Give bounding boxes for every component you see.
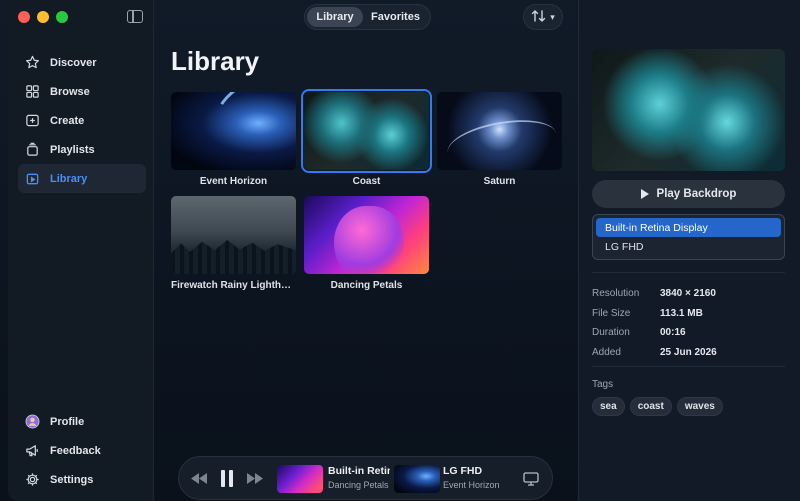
info-row: Added 25 Jun 2026 [592, 343, 785, 363]
wallpaper-thumbnail [171, 196, 296, 274]
megaphone-icon [25, 443, 40, 458]
file-info: Resolution 3840 × 2160 File Size 113.1 M… [592, 284, 785, 362]
info-value: 25 Jun 2026 [660, 346, 717, 358]
info-key: Duration [592, 327, 630, 339]
info-value: 3840 × 2160 [660, 288, 716, 300]
pause-icon [221, 470, 233, 487]
display-option-lg-fhd[interactable]: LG FHD [596, 237, 781, 256]
sidebar-item-profile[interactable]: Profile [18, 407, 146, 436]
info-value: 00:16 [660, 327, 686, 339]
grid-icon [25, 84, 40, 99]
display-picker-menu: Built-in Retina Display LG FHD [592, 214, 785, 260]
display-option-built-in[interactable]: Built-in Retina Display [596, 218, 781, 237]
sidebar-item-label: Profile [50, 415, 85, 428]
minimize-window-button[interactable] [37, 11, 49, 23]
sidebar-item-label: Settings [50, 473, 94, 486]
divider [592, 272, 785, 273]
library-icon [25, 171, 40, 186]
sidebar-toggle-icon[interactable] [127, 10, 143, 23]
info-value: 113.1 MB [660, 307, 703, 319]
tab-favorites[interactable]: Favorites [363, 7, 428, 27]
tag-list: sea coast waves [592, 397, 723, 416]
star-icon [25, 55, 40, 70]
plus-square-icon [25, 113, 40, 128]
wallpaper-preview [592, 49, 785, 171]
forward-icon [247, 473, 263, 484]
wallpaper-title: Dancing Petals [330, 280, 403, 291]
display-1-info: Built-in Retina Display Dancing Petals [328, 465, 390, 490]
info-key: Added [592, 346, 621, 358]
sidebar-item-label: Feedback [50, 444, 101, 457]
backward-icon [191, 473, 207, 484]
wallpaper-tile-coast[interactable]: Coast [301, 89, 432, 187]
play-icon [640, 189, 649, 199]
sidebar-item-feedback[interactable]: Feedback [18, 436, 146, 465]
sidebar-item-label: Library [50, 172, 88, 185]
display-2-thumbnail[interactable] [394, 465, 440, 493]
sidebar-item-browse[interactable]: Browse [18, 77, 146, 106]
sidebar-item-label: Browse [50, 85, 90, 98]
wallpaper-name: Event Horizon [443, 480, 500, 490]
tag-waves[interactable]: waves [676, 397, 723, 416]
previous-button[interactable] [191, 473, 207, 484]
pause-button[interactable] [221, 470, 233, 487]
wallpaper-title: Saturn [483, 176, 516, 187]
info-row: Duration 00:16 [592, 323, 785, 343]
tag-coast[interactable]: coast [629, 397, 672, 416]
divider [592, 366, 785, 367]
wallpaper-name: Dancing Petals [328, 480, 389, 490]
next-button[interactable] [247, 473, 263, 484]
info-key: File Size [592, 307, 631, 319]
sidebar-item-settings[interactable]: Settings [18, 465, 146, 494]
wallpaper-tile-saturn[interactable]: Saturn [437, 92, 562, 187]
sidebar-item-library[interactable]: Library [18, 164, 146, 193]
sidebar-item-label: Playlists [50, 143, 95, 156]
tab-library[interactable]: Library [307, 7, 363, 27]
tags-heading: Tags [592, 379, 614, 390]
play-backdrop-button[interactable]: Play Backdrop [592, 180, 785, 208]
wallpaper-tile-event-horizon[interactable]: Event Horizon [171, 92, 296, 187]
display-name: LG FHD [443, 465, 483, 477]
info-row: File Size 113.1 MB [592, 304, 785, 324]
window-controls [18, 11, 68, 23]
zoom-window-button[interactable] [56, 11, 68, 23]
wallpaper-thumbnail [304, 196, 429, 274]
display-name: Built-in Retina Display [328, 465, 390, 477]
sidebar-item-create[interactable]: Create [18, 106, 146, 135]
app-window: Discover Browse Create Playlists Library… [0, 0, 800, 501]
wallpaper-title: Event Horizon [199, 176, 268, 187]
sidebar-item-label: Discover [50, 56, 97, 69]
wallpaper-tile-firewatch[interactable]: Firewatch Rainy Lighthouse [171, 196, 296, 291]
wallpaper-thumbnail [171, 92, 296, 170]
page-title: Library [171, 46, 260, 76]
chevron-down-icon: ▾ [550, 11, 555, 22]
sidebar-nav: Discover Browse Create Playlists Library [18, 48, 146, 193]
display-icon[interactable] [523, 472, 539, 491]
info-key: Resolution [592, 288, 640, 300]
gear-icon [25, 472, 40, 487]
close-window-button[interactable] [18, 11, 30, 23]
wallpaper-title: Coast [352, 176, 381, 187]
detail-panel: Play Backdrop Built-in Retina Display LG… [578, 0, 800, 501]
wallpaper-thumbnail [301, 89, 432, 173]
sidebar-item-label: Create [50, 114, 85, 127]
player-bar: Built-in Retina Display Dancing Petals L… [178, 456, 553, 500]
wallpaper-thumbnail [437, 92, 562, 170]
info-row: Resolution 3840 × 2160 [592, 284, 785, 304]
play-backdrop-label: Play Backdrop [656, 188, 737, 200]
display-2-info: LG FHD Event Horizon [443, 465, 505, 490]
view-segmented-control: Library Favorites [304, 4, 431, 30]
wallpaper-tile-dancing-petals[interactable]: Dancing Petals [304, 196, 429, 291]
display-1-thumbnail[interactable] [277, 465, 323, 493]
profile-icon [25, 414, 40, 429]
sidebar-bottom-nav: Profile Feedback Settings [18, 407, 146, 494]
sidebar-item-playlists[interactable]: Playlists [18, 135, 146, 164]
sidebar-item-discover[interactable]: Discover [18, 48, 146, 77]
sort-arrows-icon [531, 9, 547, 26]
sort-button[interactable]: ▾ [523, 4, 563, 30]
playlists-icon [25, 142, 40, 157]
wallpaper-title: Firewatch Rainy Lighthouse [171, 280, 296, 291]
tag-sea[interactable]: sea [592, 397, 625, 416]
sidebar: Discover Browse Create Playlists Library… [8, 0, 154, 501]
